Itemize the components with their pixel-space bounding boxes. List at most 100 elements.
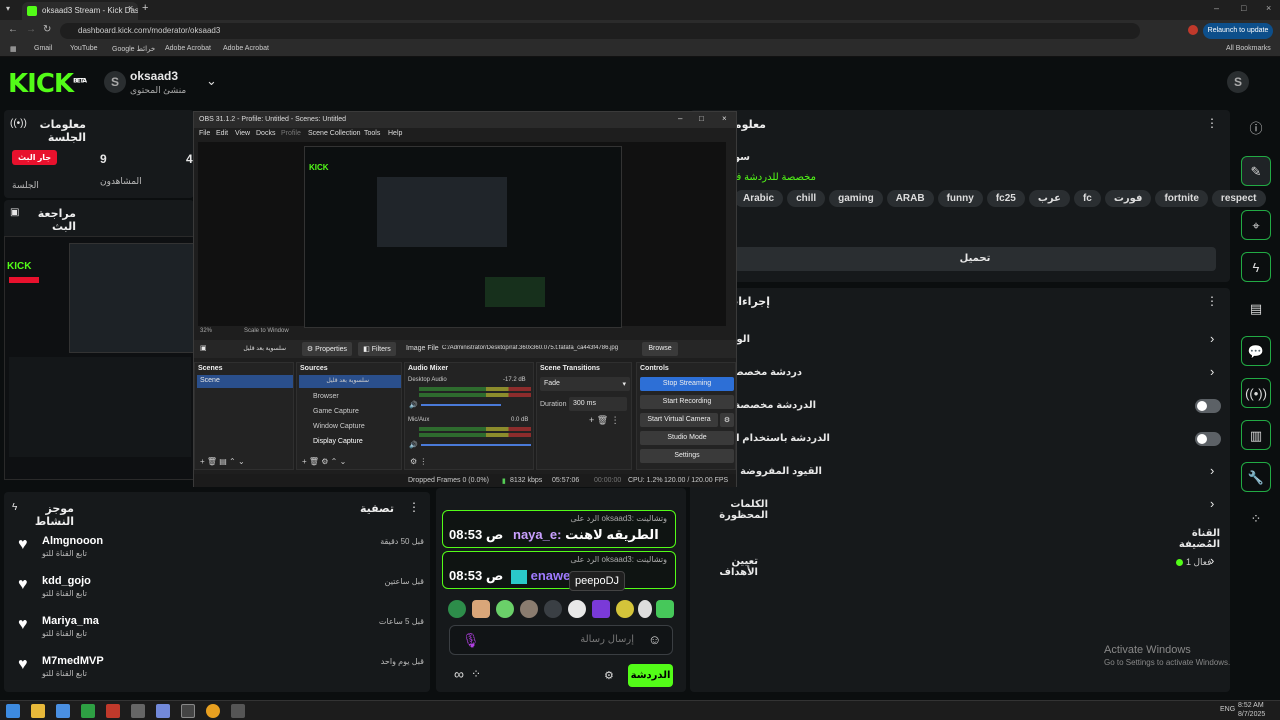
obs-minimize-icon[interactable]: – — [678, 114, 682, 123]
chat-nav-icon[interactable]: 💬 — [1241, 336, 1271, 366]
new-tab-icon[interactable]: + — [142, 2, 148, 14]
obs-mixer-controls-icon[interactable]: ⚙ ⋮ — [410, 457, 427, 466]
virtual-camera-settings-icon[interactable]: ⚙ — [720, 413, 734, 427]
obs-preview-canvas[interactable]: KICK — [198, 142, 726, 328]
emote-icon[interactable] — [544, 600, 562, 618]
emote-icon-peepodj[interactable] — [592, 600, 610, 618]
obs-zoom[interactable]: 32% — [200, 328, 212, 334]
tag[interactable]: funny — [937, 190, 983, 207]
tag[interactable]: respect — [1211, 190, 1266, 207]
obs-sources-controls-icon[interactable]: + 🗑 ⚙ ⌃ ⌄ — [302, 457, 346, 466]
emote-icon[interactable] — [520, 600, 538, 618]
app-icon[interactable] — [231, 704, 245, 718]
profile-icon[interactable] — [1188, 25, 1198, 35]
chat-settings-icon[interactable]: ⚙ — [604, 669, 614, 682]
bookmark-gmail[interactable]: Gmail — [34, 45, 52, 52]
follower-name[interactable]: Mariya_ma — [42, 615, 99, 627]
emote-icon[interactable] — [472, 600, 490, 618]
user-avatar[interactable]: S — [1227, 71, 1249, 93]
emote-icon[interactable] — [496, 600, 514, 618]
tag[interactable]: ARAB — [886, 190, 934, 207]
action-account-restrictions[interactable]: القيود المفروضة على حسابات — [730, 466, 822, 477]
obs-scene-item[interactable]: Scene — [197, 375, 293, 388]
moderation-icon[interactable]: ▥ — [1241, 420, 1271, 450]
focus-icon[interactable]: ⌖ — [1241, 210, 1271, 240]
channel-avatar[interactable]: S — [104, 71, 126, 93]
action-followers-chat[interactable]: دردشة مخصصة للمتابعين — [730, 367, 802, 378]
document-icon[interactable]: ▤ — [1241, 294, 1271, 324]
infinity-icon[interactable]: ∞ — [454, 666, 464, 682]
tag[interactable]: فورت — [1104, 190, 1152, 207]
subscribers-only-toggle[interactable] — [1195, 399, 1221, 413]
forward-icon[interactable]: → — [26, 24, 36, 35]
studio-mode-button[interactable]: Studio Mode — [640, 431, 734, 445]
discord-icon[interactable] — [156, 704, 170, 718]
chevron-right-icon[interactable]: › — [1210, 364, 1214, 379]
emote-icon[interactable] — [656, 600, 674, 618]
kick-logo[interactable]: KICKBETA — [8, 69, 87, 99]
obs-menu-file[interactable]: File — [199, 130, 210, 137]
obs-source-item[interactable]: Window Capture — [313, 423, 365, 430]
start-icon[interactable] — [6, 704, 20, 718]
chat-input[interactable]: 🎙 إرسال رسالة ☺ — [449, 625, 673, 655]
obs-volume-icon[interactable]: 🔊 — [409, 401, 418, 409]
store-icon[interactable] — [56, 704, 70, 718]
bookmark-maps[interactable]: Google خرائط — [112, 45, 155, 53]
follower-name[interactable]: M7medMVP — [42, 655, 104, 667]
url-field[interactable]: dashboard.kick.com/moderator/oksaad3 — [60, 23, 1140, 39]
preview-video[interactable]: KICK — [4, 236, 195, 480]
obs-menu-view[interactable]: View — [235, 130, 250, 137]
obs-transition-controls-icon[interactable]: + 🗑 ⋮ — [589, 415, 620, 426]
more-options-icon[interactable]: ⋮ — [1206, 294, 1218, 308]
chrome-icon[interactable] — [206, 704, 220, 718]
emote-icon[interactable] — [448, 600, 466, 618]
maximize-icon[interactable]: □ — [1241, 3, 1246, 13]
obs-menu-edit[interactable]: Edit — [216, 130, 228, 137]
lightning-nav-icon[interactable]: ϟ — [1241, 252, 1271, 282]
obs-menu-scene-collection[interactable]: Scene Collection — [308, 130, 361, 137]
edit-icon[interactable]: ✎ — [1241, 156, 1271, 186]
start-virtual-camera-button[interactable]: Start Virtual Camera — [640, 413, 718, 427]
obs-source-item[interactable]: Game Capture — [313, 408, 359, 415]
browser-tab[interactable]: oksaad3 Stream - Kick Dashbo — [22, 2, 138, 20]
obs-browse-button[interactable]: Browse — [642, 342, 678, 356]
start-recording-button[interactable]: Start Recording — [640, 395, 734, 409]
obs-source-item[interactable]: Display Capture — [313, 438, 363, 445]
channel-switch-chevron-icon[interactable]: ⌄ — [206, 73, 217, 89]
tag[interactable]: fc25 — [986, 190, 1025, 207]
clock-date[interactable]: 8/7/2025 — [1238, 711, 1265, 718]
microphone-icon[interactable]: 🎙 — [462, 632, 480, 649]
obs-source-item[interactable]: Browser — [313, 393, 339, 400]
more-options-icon[interactable]: ⋮ — [408, 500, 420, 514]
emotes-only-toggle[interactable] — [1195, 432, 1221, 446]
bookmark-acrobat-1[interactable]: Adobe Acrobat — [165, 45, 211, 52]
chevron-right-icon[interactable]: › — [1210, 463, 1214, 478]
follower-name[interactable]: kdd_gojo — [42, 575, 91, 587]
chevron-right-icon[interactable]: › — [1210, 553, 1214, 568]
minimize-icon[interactable]: – — [1214, 3, 1219, 13]
chat-send-button[interactable]: الدردشة — [628, 664, 673, 687]
tag[interactable]: fortnite — [1155, 190, 1208, 207]
tools-icon[interactable]: 🔧 — [1241, 462, 1271, 492]
obs-volume-slider[interactable] — [421, 404, 501, 406]
obs-menu-docks[interactable]: Docks — [256, 130, 275, 137]
follower-name[interactable]: Almgnooon — [42, 535, 103, 547]
chat-message[interactable]: الرد على oksaad3: وتشالينت 08:53 ص naya_… — [442, 510, 676, 548]
obs-properties-button[interactable]: ⚙ Properties — [302, 342, 352, 356]
tag[interactable]: Arabic — [734, 190, 784, 207]
emote-icon[interactable] — [568, 600, 586, 618]
chevron-right-icon[interactable]: › — [1210, 331, 1214, 346]
more-options-icon[interactable]: ⋮ — [1206, 116, 1218, 130]
obs-volume-slider[interactable] — [421, 444, 531, 446]
obs-scale-mode[interactable]: Scale to Window — [244, 328, 289, 334]
tab-list-icon[interactable]: ▾ — [6, 4, 10, 13]
obs-source-item[interactable]: سلسوية بعد قليل — [317, 377, 369, 384]
emoji-icon[interactable]: ☺ — [648, 632, 661, 647]
obs-close-icon[interactable]: × — [722, 114, 727, 123]
action-banned-words[interactable]: الكلمات المحظورة — [698, 499, 768, 521]
obs-volume-icon[interactable]: 🔊 — [409, 441, 418, 449]
broadcast-nav-icon[interactable]: ((•)) — [1241, 378, 1271, 408]
tag[interactable]: عرب — [1028, 190, 1070, 207]
obs-settings-button[interactable]: Settings — [640, 449, 734, 463]
filter-button[interactable]: تصفية — [356, 502, 394, 515]
